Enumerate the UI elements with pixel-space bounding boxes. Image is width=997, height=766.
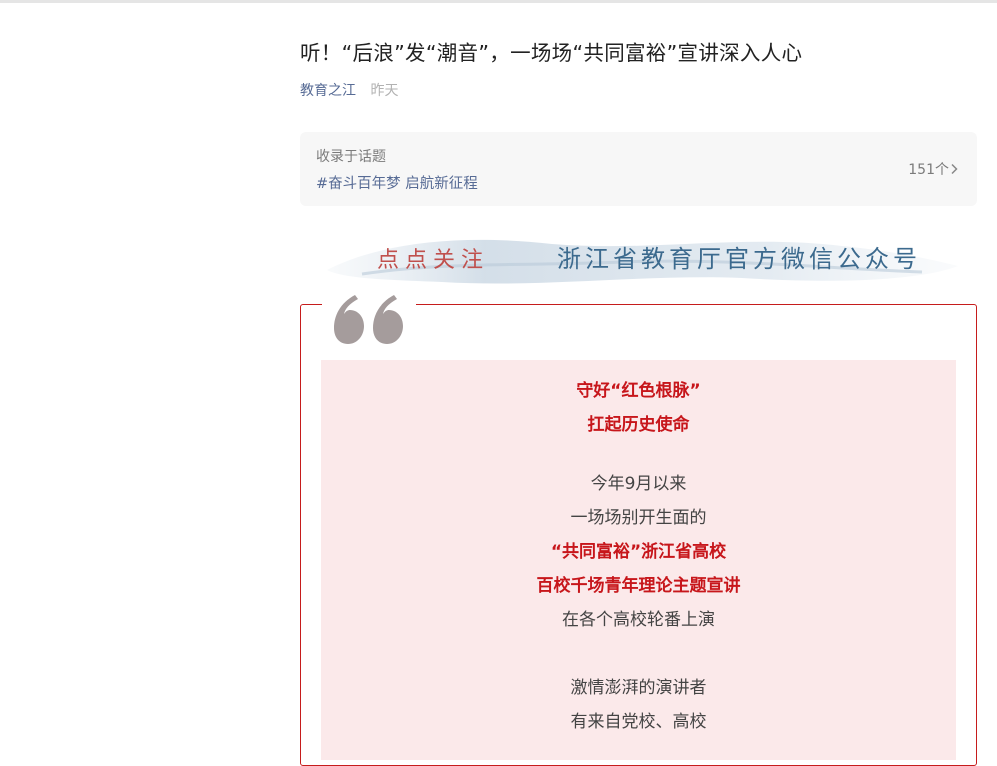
publish-time: 昨天	[370, 83, 399, 99]
banner-right-text: 浙江省教育厅官方微信公众号	[557, 245, 921, 273]
chevron-right-icon	[951, 163, 958, 175]
topic-tag[interactable]: #奋斗百年梦 启航新征程	[316, 172, 478, 193]
topic-count: 151个	[908, 162, 949, 178]
content-line: 百校千场青年理论主题宣讲	[536, 576, 741, 596]
content-line: 激情澎湃的演讲者	[570, 678, 707, 698]
content-line: 有来自党校、高校	[570, 712, 707, 732]
quote-mark-icon	[334, 295, 403, 344]
article-title: 听！“后浪”发“潮音”，一场场“共同富裕”宣讲深入人心	[300, 41, 803, 65]
top-divider	[0, 0, 997, 3]
banner-left-text: 点点关注	[377, 248, 489, 273]
ink-wash-banner-image: 点点关注 浙江省教育厅官方微信公众号	[327, 239, 958, 284]
content-line: 扛起历史使命	[587, 415, 690, 435]
follow-banner: 点点关注 浙江省教育厅官方微信公众号	[322, 222, 960, 292]
content-line: 一场场别开生面的	[570, 508, 707, 528]
content-line: 在各个高校轮番上演	[562, 610, 715, 630]
author-link[interactable]: 教育之江	[300, 83, 356, 99]
topic-card[interactable]: 收录于话题 #奋斗百年梦 启航新征程 151个	[300, 132, 977, 206]
content-line: 今年9月以来	[590, 474, 687, 494]
content-line: 守好“红色根脉”	[576, 381, 701, 401]
content-line: “共同富裕”浙江省高校	[550, 542, 727, 562]
article-meta: 教育之江 昨天	[300, 80, 398, 100]
topic-label: 收录于话题	[316, 149, 386, 165]
